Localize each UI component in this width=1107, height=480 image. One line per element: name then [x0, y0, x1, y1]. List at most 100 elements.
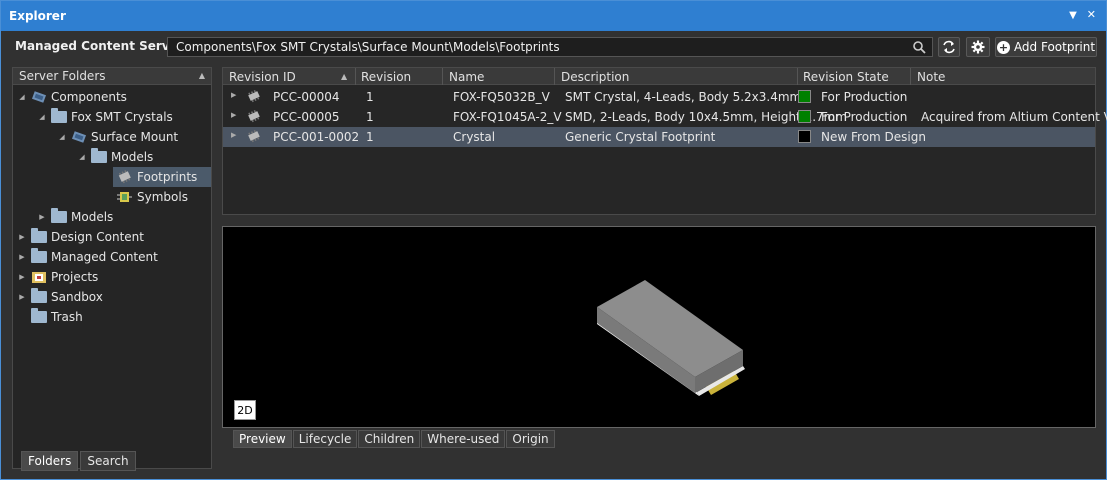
table-row[interactable]: ▶ PCC-00005 1 FOX-FQ1045A-2_V SMD, 2-Lea…	[223, 107, 1107, 127]
title-bar: Explorer ▼ ✕	[1, 1, 1106, 31]
toolbar: Managed Content Server ▼ Components\Fox …	[1, 33, 1106, 63]
collapse-icon[interactable]: ◢	[77, 153, 87, 161]
panel-title: Explorer	[9, 9, 66, 23]
tree-item-models-collapsed[interactable]: ▶ Models	[37, 207, 113, 227]
tree-item-trash[interactable]: Trash	[27, 307, 83, 327]
cell-revision-id: PCC-00004	[273, 90, 340, 104]
tree-item-managed-content[interactable]: ▶ Managed Content	[17, 247, 158, 267]
folder-icon	[31, 308, 47, 323]
add-footprint-button[interactable]: + Add Footprint	[995, 37, 1097, 57]
footprint-preview[interactable]: 2D	[222, 226, 1096, 428]
refresh-button[interactable]	[938, 37, 960, 57]
expand-icon[interactable]: ▶	[17, 273, 27, 281]
tree-item-projects[interactable]: ▶ Projects	[17, 267, 98, 287]
tree-item-label: Fox SMT Crystals	[71, 110, 173, 124]
table-row[interactable]: ▶ PCC-001-0002 1 Crystal Generic Crystal…	[223, 127, 1095, 147]
gear-icon	[971, 40, 985, 54]
tab-children[interactable]: Children	[358, 430, 421, 448]
components-icon	[71, 131, 87, 143]
sort-asc-icon: ▲	[341, 72, 348, 81]
expand-icon[interactable]: ▶	[231, 111, 236, 119]
search-icon[interactable]	[912, 40, 926, 54]
collapse-icon[interactable]: ◢	[37, 113, 47, 121]
column-header-revision-state[interactable]: Revision State	[803, 70, 889, 84]
tree-item-surface-mount[interactable]: ◢ Surface Mount	[57, 127, 178, 147]
expand-icon[interactable]: ▶	[231, 91, 236, 99]
column-header-revision-id[interactable]: Revision ID	[229, 70, 296, 84]
column-header-description[interactable]: Description	[561, 70, 629, 84]
collapse-icon[interactable]: ◢	[57, 133, 67, 141]
server-folders-header[interactable]: Server Folders ▲	[13, 68, 211, 85]
cell-name: Crystal	[453, 130, 496, 144]
cell-name: FOX-FQ1045A-2_V	[453, 110, 562, 124]
tree-item-label: Trash	[51, 310, 83, 324]
cell-revision: 1	[366, 130, 374, 144]
state-color-swatch	[798, 110, 811, 123]
state-color-swatch	[798, 90, 811, 103]
tab-search[interactable]: Search	[80, 451, 136, 471]
footprint-icon	[118, 170, 131, 184]
projects-icon	[32, 272, 46, 283]
cell-description: Generic Crystal Footprint	[565, 130, 716, 144]
folder-icon	[31, 288, 47, 303]
column-header-note[interactable]: Note	[917, 70, 945, 84]
path-field[interactable]: Components\Fox SMT Crystals\Surface Moun…	[167, 37, 933, 57]
tree-item-label: Symbols	[137, 190, 188, 204]
cell-revision-state: New From Design	[821, 130, 926, 144]
footprint-icon	[248, 130, 260, 143]
tab-folders[interactable]: Folders	[21, 451, 79, 471]
tab-where-used[interactable]: Where-used	[421, 430, 506, 448]
folder-icon	[51, 208, 67, 223]
tree-item-design-content[interactable]: ▶ Design Content	[17, 227, 144, 247]
view-mode-2d-button[interactable]: 2D	[234, 400, 256, 420]
footprint-icon	[248, 110, 260, 123]
server-folders-pane: Server Folders ▲ ◢ Components ◢ Fox SMT …	[12, 67, 212, 469]
tree-item-label: Footprints	[137, 170, 198, 184]
symbol-icon	[117, 192, 132, 202]
close-icon[interactable]: ✕	[1087, 8, 1096, 21]
cell-revision-id: PCC-001-0002	[273, 130, 360, 144]
tree-item-label: Models	[111, 150, 154, 164]
tree-item-fox-smt-crystals[interactable]: ◢ Fox SMT Crystals	[37, 107, 173, 127]
tree-item-label: Components	[51, 90, 127, 104]
column-header-revision[interactable]: Revision	[361, 70, 411, 84]
expand-icon[interactable]: ▶	[17, 233, 27, 241]
tree-item-label: Models	[71, 210, 114, 224]
table-row[interactable]: ▶ PCC-00004 1 FOX-FQ5032B_V SMT Crystal,…	[223, 87, 1095, 107]
refresh-icon	[943, 40, 955, 54]
cell-revision-state: For Production	[821, 90, 908, 104]
dropdown-arrow-icon[interactable]: ▼	[1069, 10, 1077, 21]
tree-item-sandbox[interactable]: ▶ Sandbox	[17, 287, 103, 307]
expand-icon[interactable]: ▶	[231, 131, 236, 139]
tab-preview[interactable]: Preview	[233, 430, 292, 448]
tree-item-components[interactable]: ◢ Components	[17, 87, 127, 107]
footprint-3d-model[interactable]	[593, 267, 753, 407]
tree-item-label: Surface Mount	[91, 130, 179, 144]
tree-item-symbols[interactable]: Symbols	[113, 187, 188, 207]
server-label: Managed Content Server	[15, 39, 184, 53]
state-color-swatch	[798, 130, 811, 143]
expand-icon[interactable]: ▶	[17, 293, 27, 301]
add-footprint-label: Add Footprint	[1013, 40, 1096, 54]
tab-origin[interactable]: Origin	[506, 430, 555, 448]
cell-revision-state: For Production	[821, 110, 908, 124]
grid-header: Revision ID ▲ Revision Name Description …	[223, 68, 1095, 85]
components-icon	[31, 91, 47, 103]
cell-revision-id: PCC-00005	[273, 110, 340, 124]
folder-icon	[31, 248, 47, 263]
sort-asc-icon: ▲	[198, 71, 205, 80]
collapse-icon[interactable]: ◢	[17, 93, 27, 101]
tree-item-label: Managed Content	[51, 250, 158, 264]
settings-button[interactable]	[966, 37, 990, 57]
tree-item-footprints[interactable]: Footprints	[113, 167, 211, 187]
cell-description: SMT Crystal, 4-Leads, Body 5.2x3.4mm	[565, 90, 802, 104]
cell-revision: 1	[366, 90, 374, 104]
folder-icon	[91, 148, 107, 163]
tree-item-models[interactable]: ◢ Models	[77, 147, 153, 167]
plus-icon: +	[996, 40, 1010, 54]
expand-icon[interactable]: ▶	[37, 213, 47, 221]
left-pane-tabs: Folders Search	[21, 451, 136, 471]
tab-lifecycle[interactable]: Lifecycle	[292, 430, 358, 448]
column-header-name[interactable]: Name	[449, 70, 484, 84]
expand-icon[interactable]: ▶	[17, 253, 27, 261]
